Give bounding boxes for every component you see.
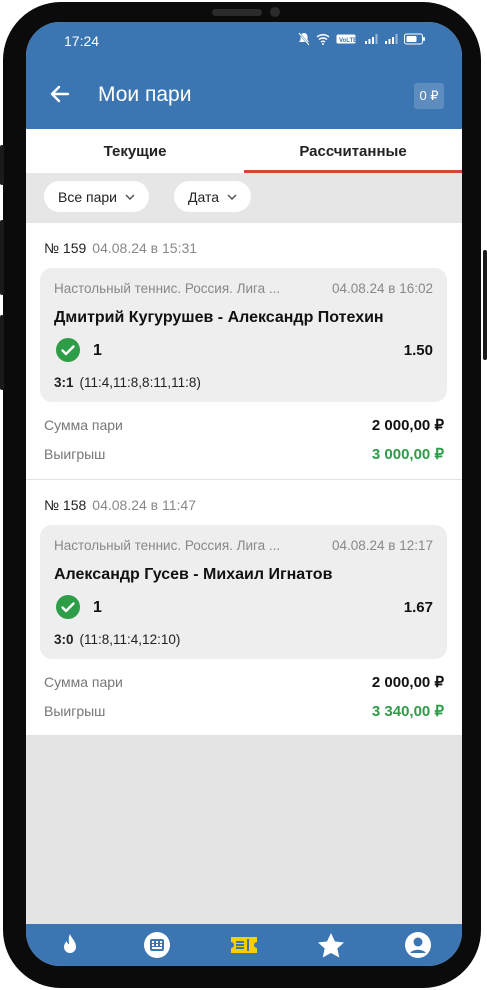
fire-icon (63, 934, 76, 953)
match-score: 3:0 (11:8,11:4,12:10) (54, 632, 180, 647)
check-circle-icon (56, 595, 80, 619)
score-sets: (11:8,11:4,12:10) (79, 632, 181, 647)
bet-number: № 158 (44, 497, 87, 513)
event-box: Настольный теннис. Россия. Лига ... 04.0… (40, 268, 447, 402)
nav-profile[interactable] (396, 924, 440, 966)
event-league: Настольный теннис. Россия. Лига ... (54, 538, 281, 553)
bet-outcome: 1 (93, 342, 102, 359)
chevron-down-icon (227, 193, 237, 200)
bet-header: № 159 04.08.24 в 15:31 (44, 240, 197, 256)
filter-all-bets[interactable]: Все пари (44, 181, 149, 212)
bet-placed-date: 04.08.24 в 15:31 (92, 240, 198, 256)
volte-icon: VoLTE (336, 34, 357, 44)
mute-icon (298, 32, 310, 46)
profile-icon (405, 932, 432, 958)
tab-settled[interactable]: Рассчитанные (244, 129, 462, 173)
score-total: 3:1 (54, 375, 74, 390)
app-header: 17:24 VoLTE Мои пари 0 ₽ (26, 22, 462, 129)
side-button (483, 250, 487, 360)
bottom-nav (26, 924, 462, 966)
speaker (212, 9, 262, 16)
bet-header: № 158 04.08.24 в 11:47 (44, 497, 196, 513)
win-value: 3 000,00 ₽ (371, 446, 444, 463)
bet-card[interactable]: № 159 04.08.24 в 15:31 Настольный теннис.… (26, 223, 462, 479)
event-teams: Александр Гусев - Михаил Игнатов (54, 566, 333, 583)
match-score: 3:1 (11:4,11:8,8:11,11:8) (54, 375, 201, 390)
status-time: 17:24 (64, 33, 100, 49)
signal-icon (385, 34, 398, 44)
event-box: Настольный теннис. Россия. Лига ... 04.0… (40, 525, 447, 659)
wifi-icon (316, 33, 330, 45)
screen: 17:24 VoLTE Мои пари 0 ₽ Текущие Рассчит… (26, 22, 462, 966)
stake-value: 2 000,00 ₽ (371, 674, 444, 691)
win-value: 3 340,00 ₽ (371, 703, 444, 720)
bet-card[interactable]: № 158 04.08.24 в 11:47 Настольный теннис.… (26, 480, 462, 735)
chevron-down-icon (125, 193, 135, 200)
balance-badge[interactable]: 0 ₽ (414, 83, 444, 109)
tab-bar: Текущие Рассчитанные (26, 129, 462, 173)
stake-label: Сумма пари (44, 674, 123, 690)
ticket-icon (230, 937, 257, 953)
filter-date[interactable]: Дата (174, 181, 252, 212)
side-button (0, 220, 4, 295)
bet-coefficient: 1.67 (403, 599, 433, 616)
page-title: Мои пари (98, 83, 192, 106)
side-button (0, 145, 4, 185)
star-icon (318, 933, 345, 958)
check-circle-icon (56, 338, 80, 362)
bet-coefficient: 1.50 (403, 342, 433, 359)
svg-text:VoLTE: VoLTE (339, 38, 357, 44)
win-label: Выигрыш (44, 446, 106, 462)
stake-label: Сумма пари (44, 417, 123, 433)
bet-outcome: 1 (93, 599, 102, 616)
filter-label: Все пари (58, 188, 117, 205)
signal-icon (365, 34, 378, 44)
back-arrow-icon[interactable] (48, 82, 72, 106)
event-date: 04.08.24 в 12:17 (331, 538, 433, 553)
event-date: 04.08.24 в 16:02 (331, 281, 433, 296)
score-sets: (11:4,11:8,8:11,11:8) (79, 375, 201, 390)
score-total: 3:0 (54, 632, 74, 647)
stake-value: 2 000,00 ₽ (371, 417, 444, 434)
filter-label: Дата (188, 188, 220, 205)
nav-favorites[interactable] (309, 924, 353, 966)
filter-bar: Все пари Дата (26, 173, 462, 223)
tab-current[interactable]: Текущие (26, 129, 244, 173)
event-teams: Дмитрий Кугурушев - Александр Потехин (54, 309, 384, 326)
camera (270, 7, 280, 17)
bet-number: № 159 (44, 240, 87, 256)
calculator-icon (143, 932, 170, 958)
nav-my-bets[interactable] (222, 924, 266, 966)
bet-placed-date: 04.08.24 в 11:47 (92, 497, 196, 513)
win-label: Выигрыш (44, 703, 106, 719)
nav-hot[interactable] (48, 924, 92, 966)
status-icons: VoLTE (298, 32, 426, 46)
side-button (0, 315, 4, 390)
nav-line[interactable] (135, 924, 179, 966)
event-league: Настольный теннис. Россия. Лига ... (54, 281, 281, 296)
battery-icon (404, 33, 425, 45)
